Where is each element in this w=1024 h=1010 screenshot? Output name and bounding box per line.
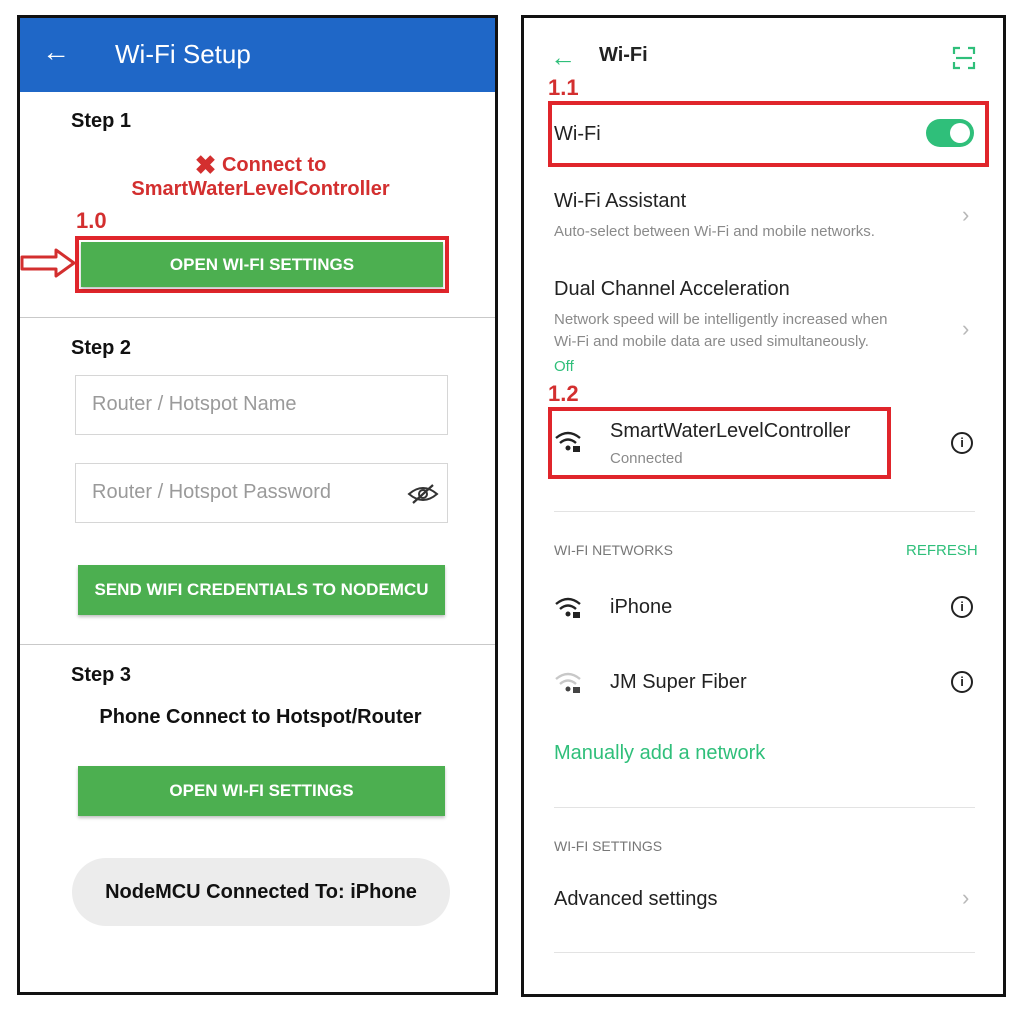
- info-icon[interactable]: i: [951, 596, 973, 618]
- step2-label: Step 2: [71, 337, 132, 359]
- qr-scan-icon[interactable]: [952, 46, 976, 70]
- annotation-1-1: 1.1: [548, 75, 579, 100]
- connection-status: ✖ Connect to: [20, 150, 495, 181]
- wifi-setup-screen: ← Wi-Fi Setup Step 1 ✖ Connect to SmartW…: [17, 15, 498, 995]
- router-name-input[interactable]: Router / Hotspot Name: [75, 375, 448, 435]
- step3-label: Step 3: [71, 664, 132, 686]
- status-line1: Connect to: [221, 154, 327, 176]
- advanced-settings-label: Advanced settings: [554, 888, 718, 910]
- divider: [554, 952, 975, 953]
- back-arrow-icon[interactable]: ←: [550, 42, 576, 72]
- connected-network-name: SmartWaterLevelController: [610, 420, 851, 442]
- network-name: JM Super Fiber: [610, 671, 747, 693]
- networks-section-header: WI-FI NETWORKS: [554, 542, 673, 558]
- annotation-1-2: 1.2: [548, 381, 579, 406]
- assistant-subtitle: Auto-select between Wi-Fi and mobile net…: [554, 223, 875, 240]
- connected-status: Connected: [610, 450, 683, 467]
- send-credentials-button[interactable]: SEND WIFI CREDENTIALS TO NODEMCU: [78, 565, 445, 615]
- dual-title: Dual Channel Acceleration: [554, 278, 790, 300]
- wifi-weak-locked-icon: [555, 672, 581, 693]
- wifi-locked-icon: [555, 431, 581, 452]
- network-name: iPhone: [610, 596, 673, 618]
- router-name-placeholder: Router / Hotspot Name: [92, 393, 297, 415]
- cross-icon: ✖: [194, 150, 217, 180]
- divider: [20, 644, 495, 645]
- advanced-settings-row[interactable]: Advanced settings ›: [524, 873, 1003, 929]
- chevron-right-icon: ›: [962, 202, 970, 227]
- dual-desc-line1: Network speed will be intelligently incr…: [554, 311, 888, 328]
- back-arrow-icon[interactable]: ←: [42, 36, 72, 68]
- eye-hidden-icon[interactable]: [407, 482, 439, 506]
- divider: [554, 511, 975, 512]
- info-icon[interactable]: i: [951, 432, 973, 454]
- chevron-right-icon: ›: [962, 885, 970, 910]
- wifi-assistant-row[interactable]: Wi-Fi Assistant Auto-select between Wi-F…: [524, 178, 1003, 248]
- open-wifi-settings-button[interactable]: OPEN WI-FI SETTINGS: [81, 242, 443, 287]
- router-password-placeholder: Router / Hotspot Password: [92, 481, 331, 503]
- nodemcu-status-pill: NodeMCU Connected To: iPhone: [72, 858, 450, 926]
- network-item[interactable]: iPhone i: [524, 578, 1003, 638]
- assistant-title: Wi-Fi Assistant: [554, 190, 687, 212]
- dual-state: Off: [554, 358, 574, 375]
- router-password-input[interactable]: Router / Hotspot Password: [75, 463, 448, 523]
- pointer-arrow-icon: [20, 248, 76, 278]
- dual-desc-line2: Wi-Fi and mobile data are used simultane…: [554, 333, 869, 350]
- app-header: ← Wi-Fi Setup: [20, 18, 495, 92]
- wifi-toggle[interactable]: [926, 119, 974, 147]
- dual-channel-row[interactable]: Dual Channel Acceleration Network speed …: [524, 266, 1003, 376]
- status-ssid: SmartWaterLevelController: [131, 178, 390, 200]
- info-icon[interactable]: i: [951, 671, 973, 693]
- refresh-button[interactable]: REFRESH: [906, 542, 978, 559]
- android-wifi-screen: ← Wi-Fi 1.1 Wi-Fi Wi-Fi Assistant Auto-s…: [521, 15, 1006, 997]
- divider: [554, 807, 975, 808]
- page-title: Wi-Fi Setup: [115, 39, 251, 69]
- connected-network-row[interactable]: SmartWaterLevelController Connected i: [524, 407, 1003, 479]
- chevron-right-icon: ›: [962, 316, 970, 341]
- step1-label: Step 1: [71, 110, 132, 132]
- divider: [20, 317, 495, 318]
- settings-section-header: WI-FI SETTINGS: [554, 838, 663, 854]
- open-wifi-settings-button-2[interactable]: OPEN WI-FI SETTINGS: [78, 766, 445, 816]
- toggle-knob: [950, 123, 970, 143]
- wifi-locked-icon: [555, 597, 581, 618]
- page-title: Wi-Fi: [599, 44, 648, 66]
- wifi-toggle-label: Wi-Fi: [554, 123, 601, 145]
- network-item[interactable]: JM Super Fiber i: [524, 653, 1003, 713]
- annotation-1-0: 1.0: [76, 208, 107, 233]
- highlight-box-1-1: [548, 101, 989, 167]
- step3-description: Phone Connect to Hotspot/Router: [99, 706, 422, 728]
- manually-add-network-link[interactable]: Manually add a network: [554, 742, 765, 765]
